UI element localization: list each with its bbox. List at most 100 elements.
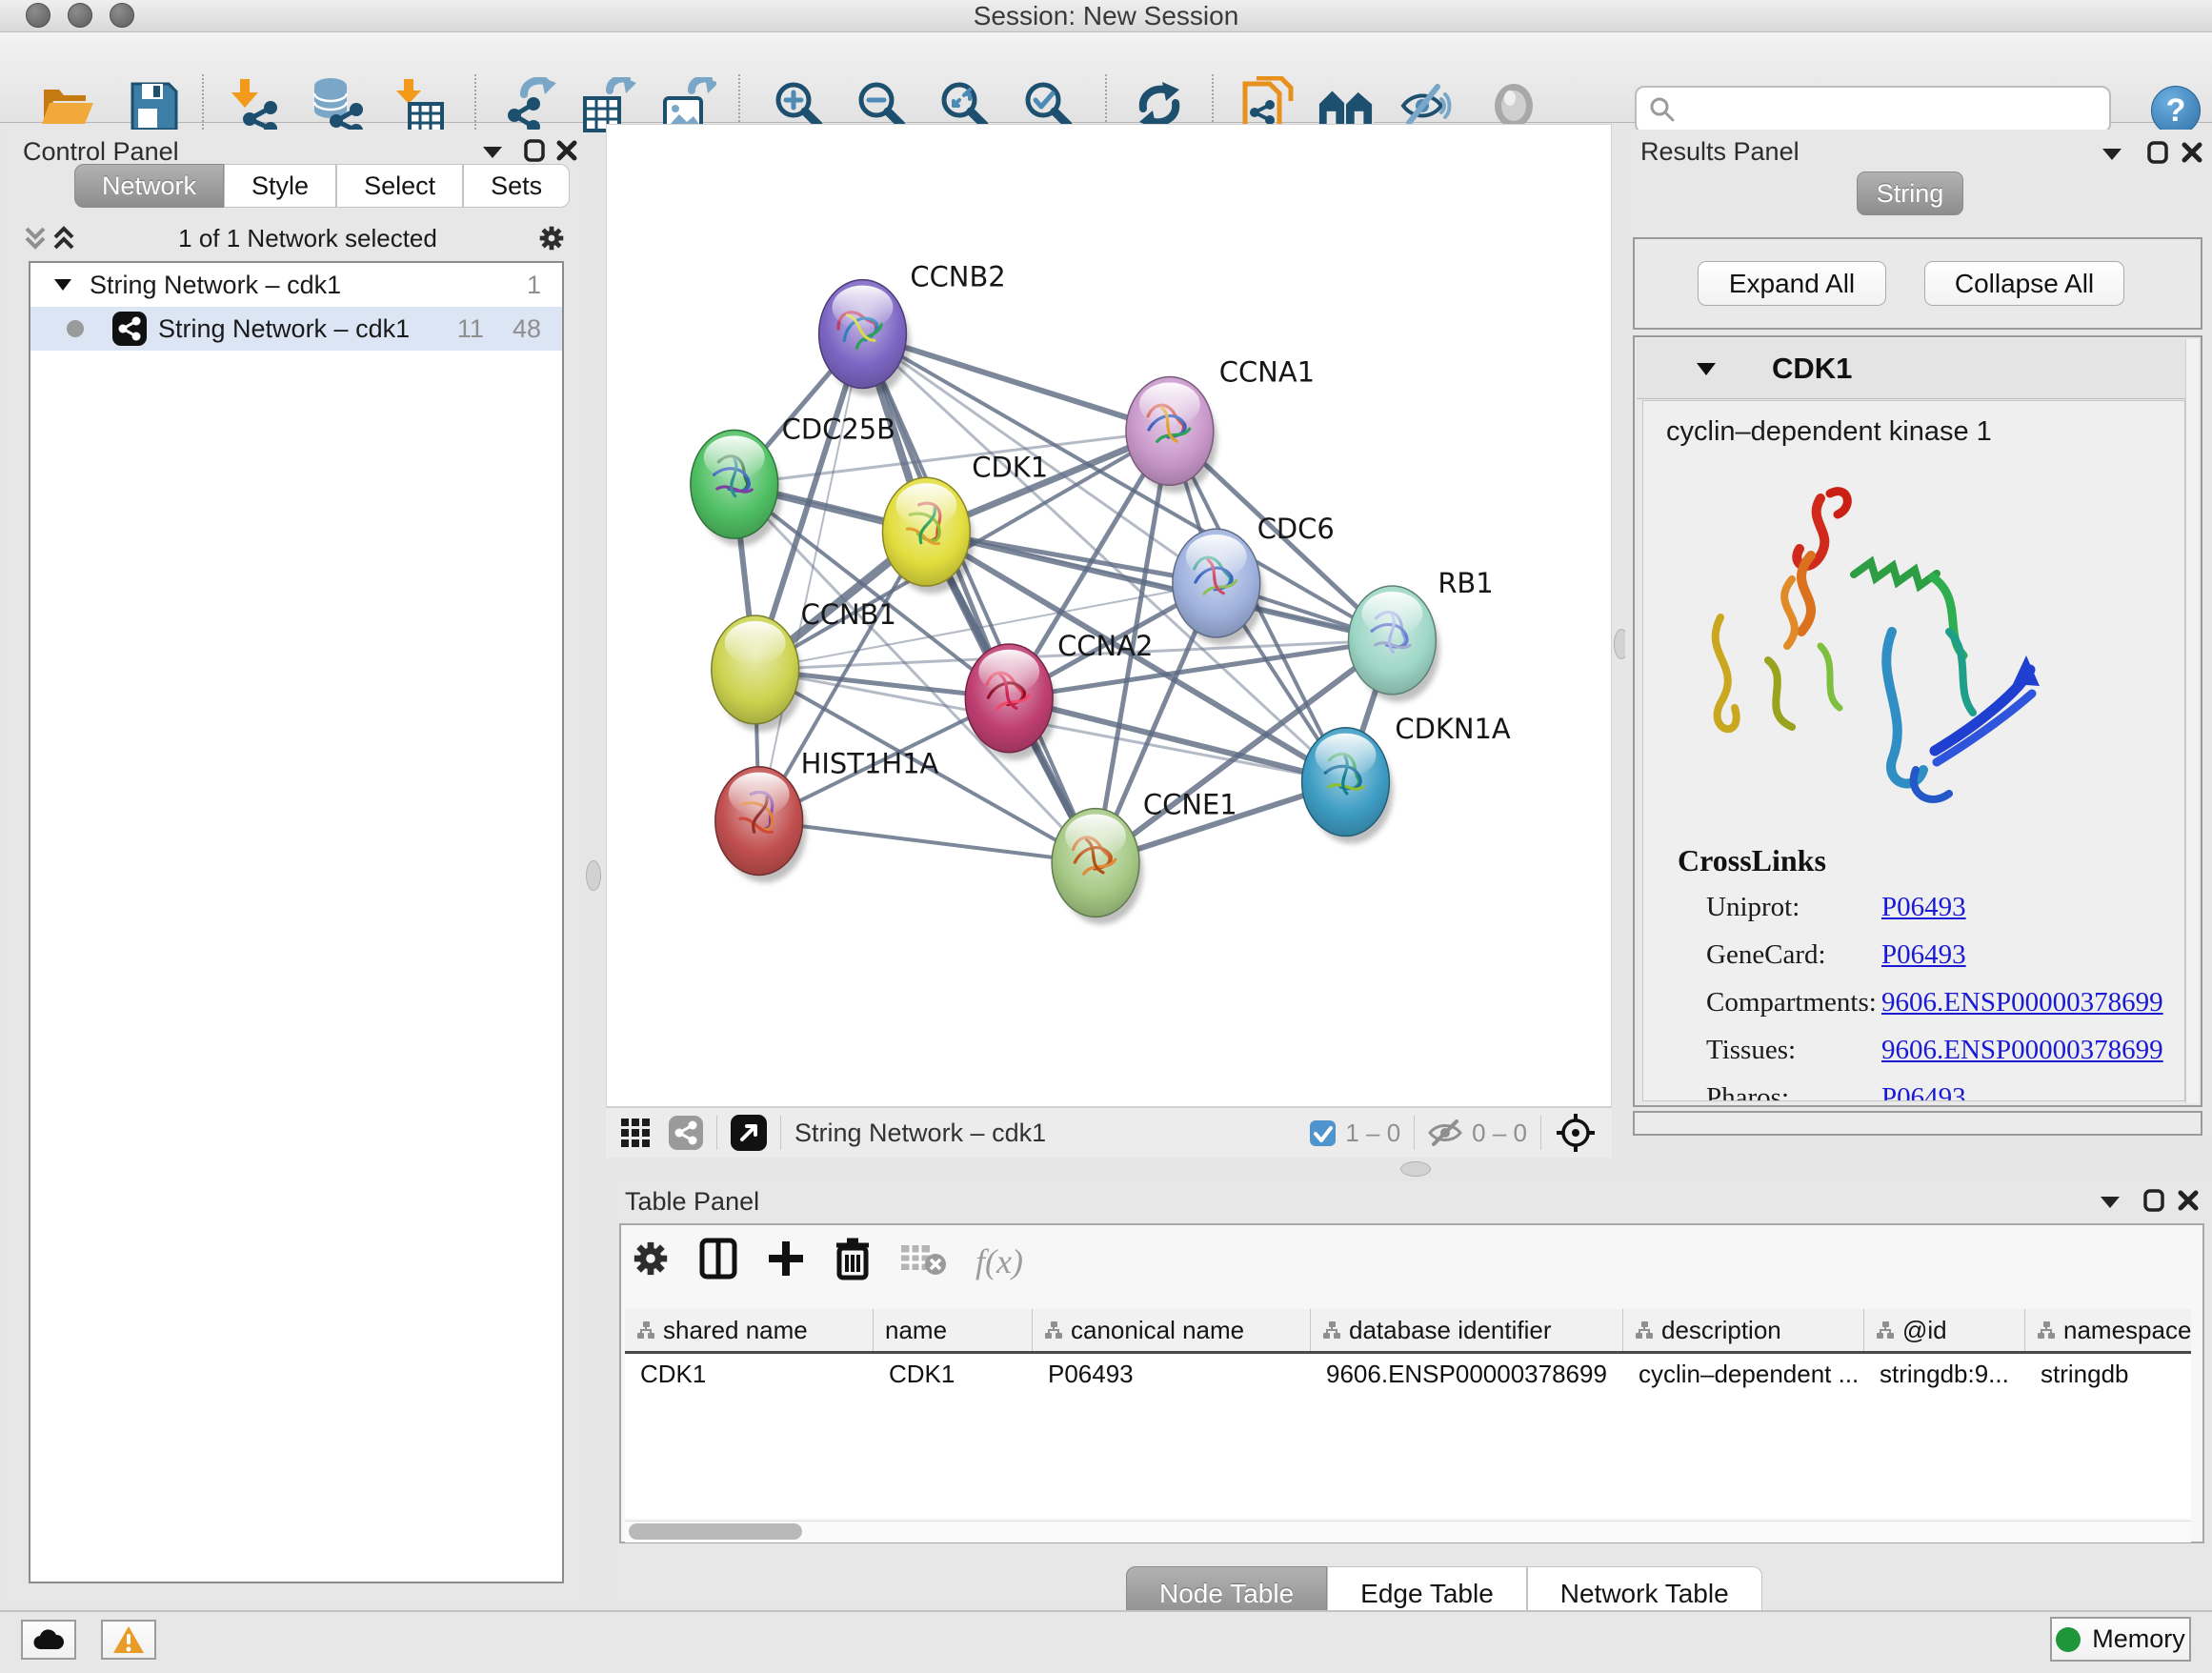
delete-table-button[interactable] — [899, 1241, 947, 1282]
crosslink-link[interactable]: 9606.ENSP00000378699 — [1881, 987, 2163, 1018]
save-session-button[interactable] — [125, 76, 182, 135]
panel-close-button[interactable] — [2178, 139, 2206, 166]
network-node-cdk1[interactable] — [882, 477, 974, 594]
column-header[interactable]: namespace — [2025, 1309, 2191, 1351]
panel-menu-button[interactable] — [2098, 141, 2126, 168]
network-node-cdkn1a[interactable] — [1302, 728, 1394, 844]
scrollbar-thumb[interactable] — [629, 1523, 802, 1540]
database-import-icon — [308, 77, 365, 134]
crosslink-link[interactable]: P06493 — [1881, 939, 1966, 971]
crosslink-link[interactable]: P06493 — [1881, 892, 1966, 923]
expand-all-networks-button[interactable] — [50, 225, 78, 252]
panel-float-button[interactable] — [520, 137, 549, 164]
export-network-button[interactable] — [502, 76, 559, 135]
memory-button[interactable]: Memory — [2050, 1617, 2191, 1662]
tab-network[interactable]: Network — [74, 164, 224, 208]
network-node-rb1[interactable] — [1349, 586, 1440, 702]
close-icon — [556, 140, 577, 161]
left-splitter-handle[interactable] — [586, 860, 601, 891]
trash-icon — [835, 1237, 871, 1280]
function-builder-button[interactable]: f(x) — [975, 1241, 1023, 1281]
hidden-eye-slash-icon[interactable] — [1428, 1119, 1462, 1146]
network-node-ccna1[interactable] — [1126, 376, 1217, 493]
tab-select[interactable]: Select — [336, 164, 463, 208]
table-cell[interactable]: stringdb:9... — [1864, 1354, 2025, 1394]
results-scrollbar[interactable] — [2185, 339, 2199, 1103]
panel-menu-button[interactable] — [2096, 1189, 2124, 1216]
panel-close-button[interactable] — [553, 137, 581, 164]
show-columns-button[interactable] — [699, 1238, 737, 1286]
network-node-cdc6[interactable] — [1173, 529, 1264, 645]
column-header[interactable]: description — [1623, 1309, 1864, 1351]
network-collection-row[interactable]: String Network – cdk1 1 — [30, 263, 562, 307]
tab-style[interactable]: Style — [224, 164, 336, 208]
table-cell[interactable]: CDK1 — [874, 1354, 1033, 1394]
selected-checkbox-icon[interactable] — [1310, 1120, 1336, 1146]
panel-float-button[interactable] — [2140, 1187, 2168, 1214]
import-network-button[interactable] — [228, 76, 285, 135]
crosslink-label: Pharos: — [1706, 1082, 1881, 1101]
table-cell[interactable]: stringdb — [2025, 1354, 2191, 1394]
collapse-all-button[interactable]: Collapse All — [1924, 261, 2124, 306]
column-header[interactable]: database identifier — [1311, 1309, 1623, 1351]
warnings-button[interactable] — [101, 1620, 156, 1660]
table-cell[interactable]: cyclin–dependent ... — [1623, 1354, 1864, 1394]
cloud-status-button[interactable] — [21, 1620, 76, 1660]
network-selection-bar: 1 of 1 Network selected — [21, 217, 566, 259]
column-header[interactable]: shared name — [625, 1309, 874, 1351]
panel-float-button[interactable] — [2143, 139, 2172, 166]
column-header[interactable]: canonical name — [1033, 1309, 1311, 1351]
help-button[interactable]: ? — [2151, 86, 2201, 135]
crosslinks-list: Uniprot:P06493GeneCard:P06493Compartment… — [1706, 892, 2184, 1101]
collapse-triangle-icon[interactable] — [53, 278, 72, 292]
crosslink-link[interactable]: 9606.ENSP00000378699 — [1881, 1035, 2163, 1066]
search-input[interactable] — [1684, 94, 2109, 126]
tab-string[interactable]: String — [1857, 171, 1963, 215]
entry-header[interactable]: CDK1 — [1637, 339, 2199, 399]
panel-close-button[interactable] — [2174, 1187, 2202, 1214]
bottom-splitter-handle[interactable] — [1400, 1161, 1431, 1177]
network-view-icon[interactable] — [669, 1116, 703, 1150]
table-toolbar: f(x) — [631, 1233, 1023, 1290]
network-canvas[interactable]: CCNB2CCNA1CDC25BCDK1CDC6RB1CCNB1CCNA2CDK… — [606, 124, 1612, 1107]
table-cell[interactable]: 9606.ENSP00000378699 — [1311, 1354, 1623, 1394]
column-header[interactable]: name — [874, 1309, 1033, 1351]
detach-view-icon[interactable] — [731, 1115, 767, 1151]
collapse-all-networks-button[interactable] — [21, 225, 50, 252]
network-edge[interactable] — [759, 821, 1096, 863]
crosslink-row: Uniprot:P06493 — [1706, 892, 2184, 923]
network-options-button[interactable] — [537, 225, 566, 252]
plus-icon — [766, 1239, 806, 1279]
delete-column-button[interactable] — [835, 1237, 871, 1287]
panel-menu-button[interactable] — [478, 139, 507, 166]
expand-all-button[interactable]: Expand All — [1698, 261, 1886, 306]
network-node-ccnb2[interactable] — [819, 280, 911, 396]
column-header-label: database identifier — [1349, 1316, 1551, 1345]
table-settings-button[interactable] — [631, 1239, 671, 1285]
column-header[interactable]: @id — [1864, 1309, 2025, 1351]
network-row[interactable]: String Network – cdk1 11 48 — [30, 307, 562, 351]
collapse-triangle-icon[interactable] — [1696, 362, 1717, 376]
node-label: CCNA2 — [1057, 630, 1153, 662]
network-node-hist1h1a[interactable] — [715, 767, 807, 883]
add-column-button[interactable] — [766, 1239, 806, 1285]
network-node-ccnb1[interactable] — [712, 615, 803, 732]
table-cell[interactable]: CDK1 — [625, 1354, 874, 1394]
import-table-button[interactable] — [392, 76, 449, 135]
table-cell[interactable]: P06493 — [1033, 1354, 1311, 1394]
collapse-all-label: Collapse All — [1955, 269, 2094, 299]
results-footer-strip — [1633, 1111, 2202, 1136]
grid-view-icon[interactable] — [621, 1119, 650, 1147]
float-window-icon — [2143, 1189, 2164, 1212]
birdseye-crosshair-icon[interactable] — [1555, 1112, 1597, 1154]
network-edge[interactable] — [863, 334, 1096, 863]
table-horizontal-scrollbar[interactable] — [625, 1521, 2191, 1542]
table-row[interactable]: CDK1CDK1P064939606.ENSP00000378699cyclin… — [625, 1354, 2191, 1394]
network-node-ccne1[interactable] — [1052, 809, 1143, 925]
crosslink-link[interactable]: P06493 — [1881, 1082, 1966, 1101]
hierarchy-column-icon — [1322, 1320, 1341, 1340]
results-actions-box: Expand All Collapse All — [1633, 237, 2202, 330]
tab-sets[interactable]: Sets — [463, 164, 570, 208]
import-network-from-database-button[interactable] — [308, 76, 365, 135]
open-session-button[interactable] — [39, 76, 96, 135]
